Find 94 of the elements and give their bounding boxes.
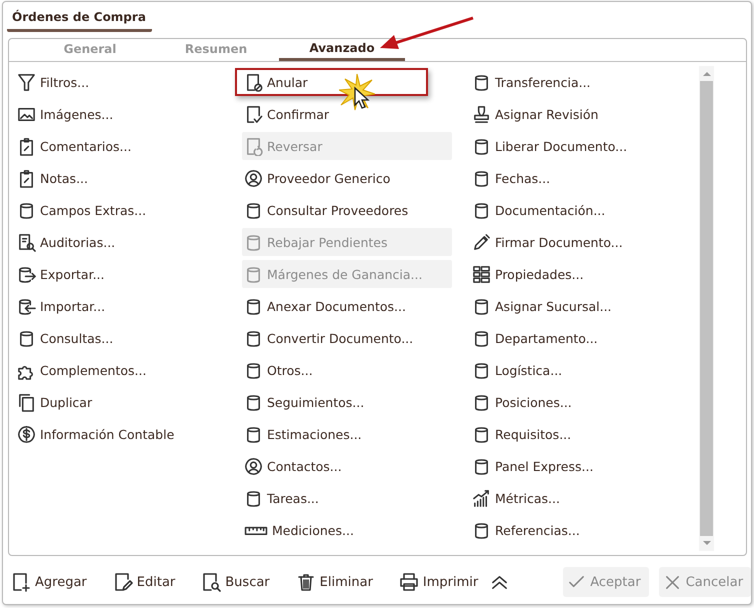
database-icon xyxy=(472,72,491,92)
menu-item[interactable]: Panel Express... xyxy=(470,452,680,480)
menu-item[interactable]: Campos Extras... xyxy=(15,196,225,224)
clipboard-icon xyxy=(17,168,36,188)
database-icon xyxy=(472,296,491,316)
database-icon xyxy=(244,296,263,316)
document-undo-icon xyxy=(244,136,263,156)
database-icon xyxy=(244,232,263,252)
database-icon xyxy=(472,392,491,412)
menu-item[interactable]: Asignar Revisión xyxy=(470,100,680,128)
toolbar-button[interactable]: Agregar xyxy=(7,567,91,597)
grid-icon xyxy=(472,264,491,284)
menu-item[interactable]: Anular xyxy=(235,68,428,96)
database-icon xyxy=(244,488,263,508)
database-icon xyxy=(472,168,491,188)
menu-item[interactable]: Seguimientos... xyxy=(242,388,452,416)
scroll-down-icon[interactable] xyxy=(702,541,710,546)
document-add-icon xyxy=(11,572,31,592)
menu-item[interactable]: Consultar Proveedores xyxy=(242,196,452,224)
database-import-icon xyxy=(17,296,36,316)
dollar-icon xyxy=(17,424,36,444)
user-icon xyxy=(244,456,263,476)
trash-icon xyxy=(296,572,316,592)
database-icon xyxy=(17,200,36,220)
document-search-icon xyxy=(201,572,222,592)
menu-item[interactable]: Imágenes... xyxy=(15,100,225,128)
menu-item[interactable]: Anexar Documentos... xyxy=(242,292,452,320)
scrollbar[interactable] xyxy=(699,66,714,551)
menu-item[interactable]: Complementos... xyxy=(15,356,225,384)
document-edit-icon xyxy=(112,572,133,592)
menu-item[interactable]: Consultas... xyxy=(15,324,225,352)
database-icon xyxy=(472,424,491,444)
printer-icon xyxy=(398,572,419,592)
menu-item[interactable]: Propiedades... xyxy=(470,260,680,288)
clipboard-icon xyxy=(17,136,36,156)
menu-item[interactable]: Exportar... xyxy=(15,260,225,288)
menu-item[interactable]: Posiciones... xyxy=(470,388,680,416)
database-icon xyxy=(17,328,36,348)
menu-item[interactable]: Filtros... xyxy=(15,68,225,96)
menu-item[interactable]: Liberar Documento... xyxy=(470,132,680,160)
toolbar-button[interactable]: Eliminar xyxy=(292,567,377,597)
chart-icon xyxy=(472,488,491,508)
scrollbar-thumb[interactable] xyxy=(700,81,713,536)
database-icon xyxy=(472,520,491,540)
database-icon xyxy=(472,360,491,380)
menu-item[interactable]: Auditorias... xyxy=(15,228,225,256)
user-icon xyxy=(244,168,263,188)
toolbar-button[interactable]: Buscar xyxy=(197,567,274,597)
menu-item[interactable]: Confirmar xyxy=(242,100,452,128)
database-icon xyxy=(472,328,491,348)
menu-item[interactable]: Referencias... xyxy=(470,516,680,544)
copy-icon xyxy=(17,392,36,412)
database-icon xyxy=(244,328,263,348)
menu-item[interactable]: Notas... xyxy=(15,164,225,192)
menu-item[interactable]: Requisitos... xyxy=(470,420,680,448)
menu-item[interactable]: Comentarios... xyxy=(15,132,225,160)
toolbar-button[interactable]: Editar xyxy=(108,567,180,597)
menu-item[interactable]: Tareas... xyxy=(242,484,452,512)
window-title: Órdenes de Compra xyxy=(7,10,152,32)
menu-item[interactable]: Estimaciones... xyxy=(242,420,452,448)
toolbar-button[interactable]: Imprimir xyxy=(394,567,482,597)
menu-item[interactable]: Métricas... xyxy=(470,484,680,512)
scroll-up-icon[interactable] xyxy=(702,71,710,76)
database-icon xyxy=(472,136,491,156)
menu-item[interactable]: Mediciones... xyxy=(242,516,452,544)
menu-item[interactable]: Información Contable xyxy=(15,420,225,448)
menu-item[interactable]: Convertir Documento... xyxy=(242,324,452,352)
database-export-icon xyxy=(17,264,36,284)
document-search-icon xyxy=(17,232,36,252)
database-icon xyxy=(244,200,263,220)
pen-icon xyxy=(472,232,491,252)
menu-item[interactable]: Duplicar xyxy=(15,388,225,416)
menu-item[interactable]: Otros... xyxy=(242,356,452,384)
document-cancel-icon xyxy=(244,72,263,92)
menu-item[interactable]: Asignar Sucursal... xyxy=(470,292,680,320)
database-icon xyxy=(472,456,491,476)
menu-item[interactable]: Proveedor Generico xyxy=(242,164,452,192)
menu-item[interactable]: Firmar Documento... xyxy=(470,228,680,256)
database-icon xyxy=(472,200,491,220)
cursor-icon xyxy=(339,72,375,112)
menu-item[interactable]: Fechas... xyxy=(470,164,680,192)
database-icon xyxy=(244,392,263,412)
menu-item[interactable]: Documentación... xyxy=(470,196,680,224)
stamp-icon xyxy=(472,104,491,124)
database-icon xyxy=(244,360,263,380)
menu-item[interactable]: Importar... xyxy=(15,292,225,320)
menu-item[interactable]: Contactos... xyxy=(242,452,452,480)
filter-icon xyxy=(17,72,36,92)
menu-item[interactable]: Logística... xyxy=(470,356,680,384)
database-icon xyxy=(244,424,263,444)
menu-item[interactable]: Transferencia... xyxy=(470,68,680,96)
document-check-icon xyxy=(244,104,263,124)
database-icon xyxy=(244,264,263,284)
menu-item[interactable]: Departamento... xyxy=(470,324,680,352)
